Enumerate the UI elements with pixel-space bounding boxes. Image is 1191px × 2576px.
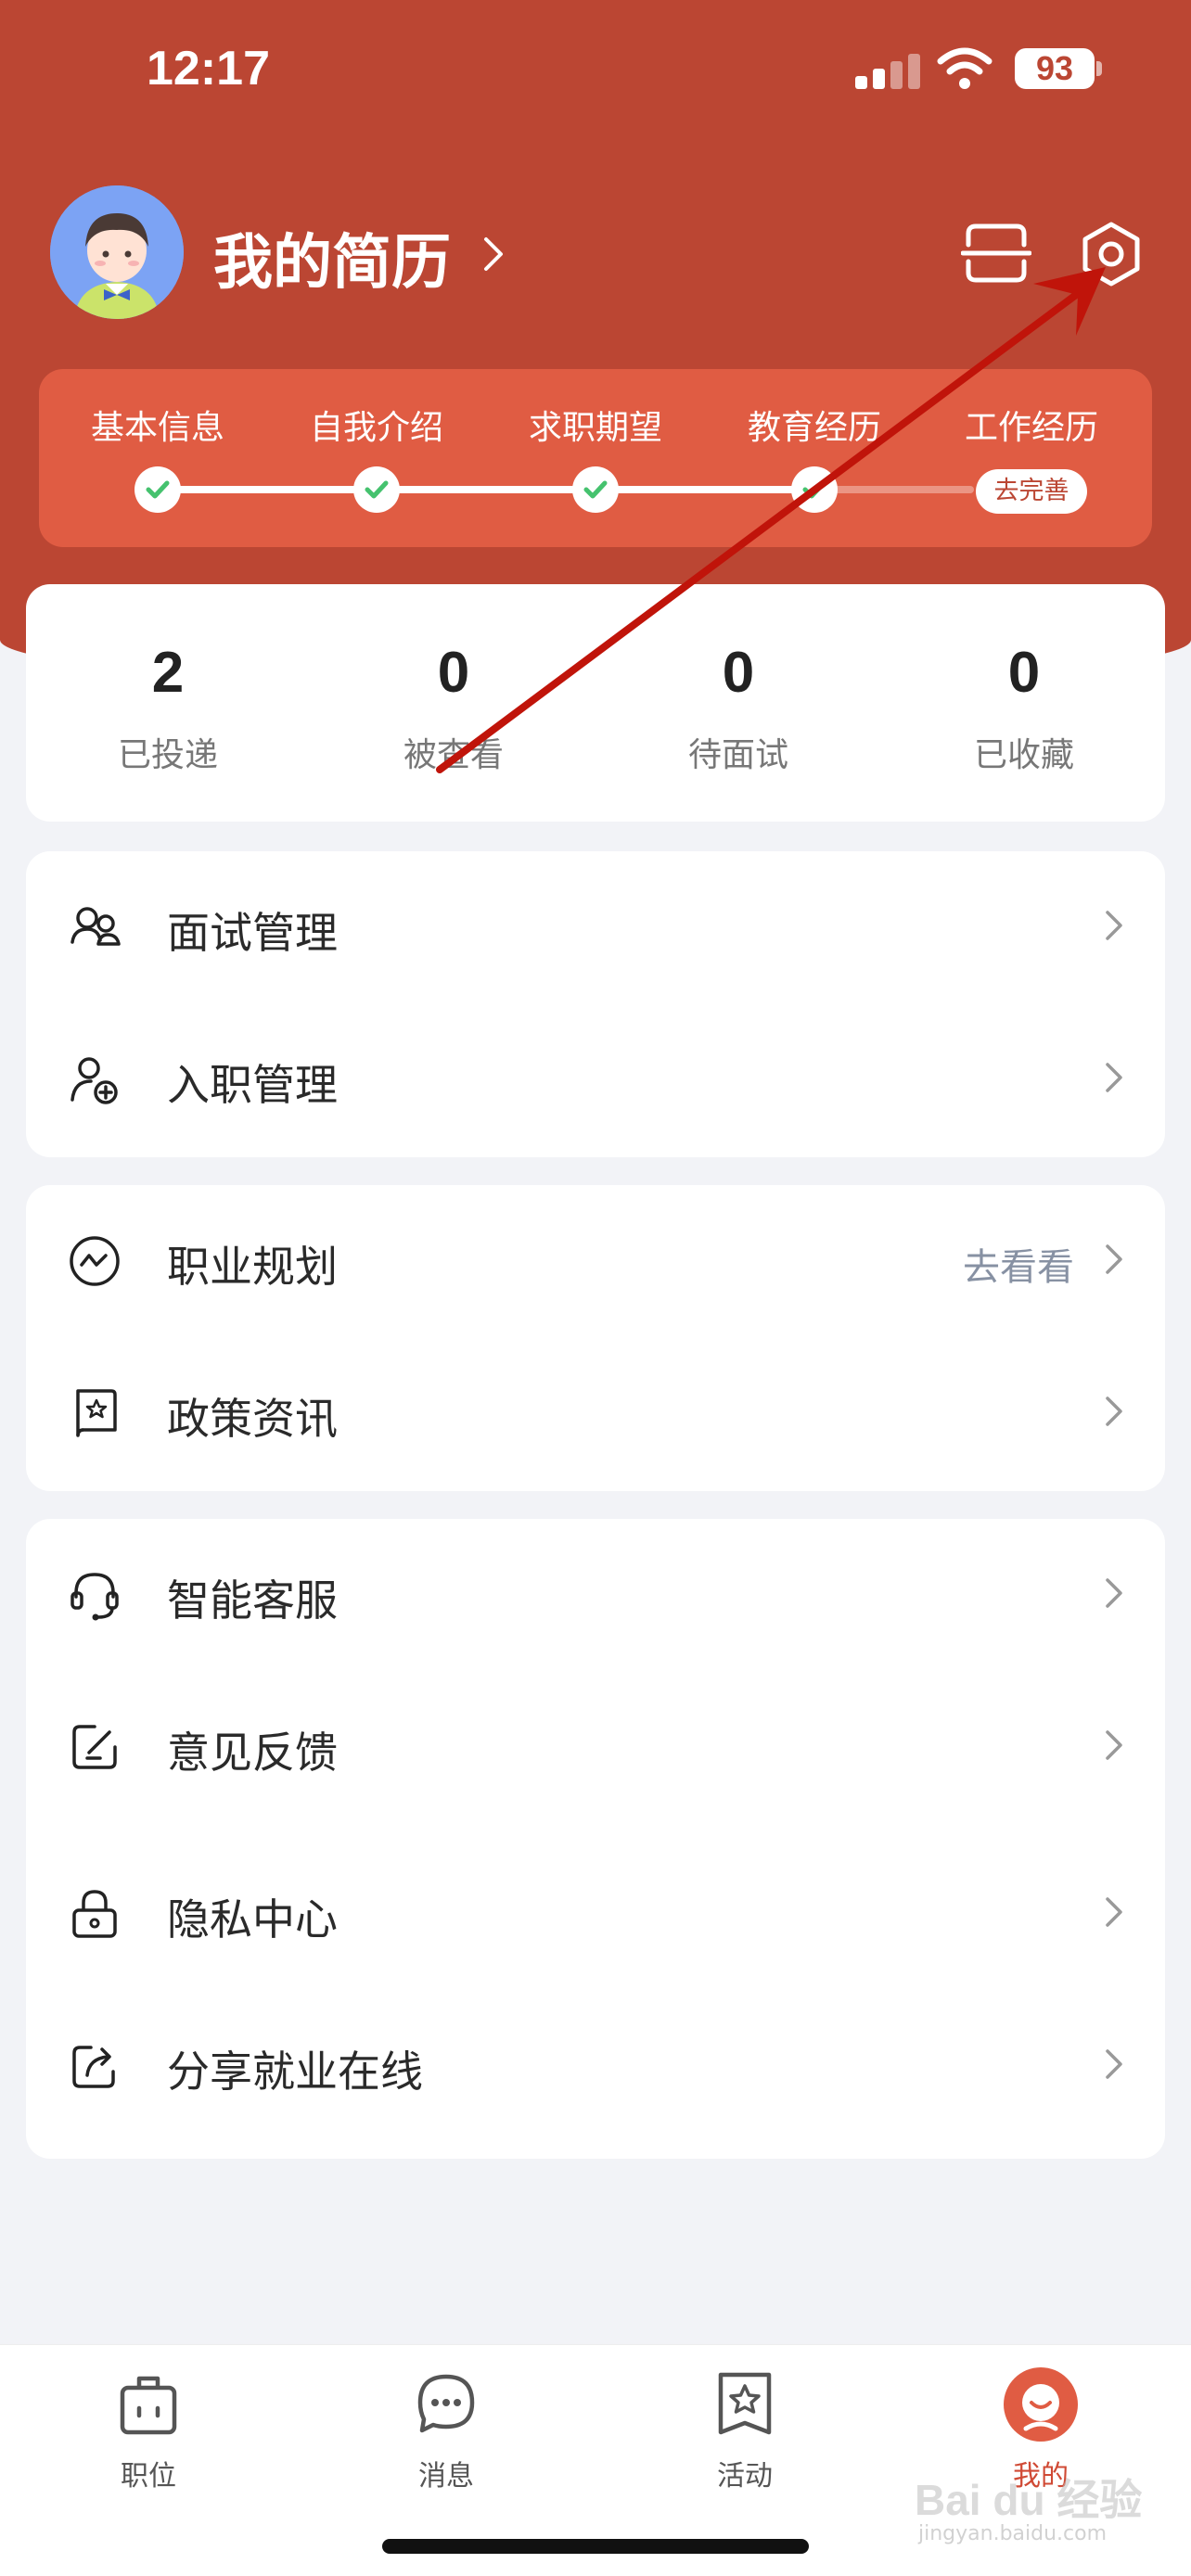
tab-label: 活动	[717, 2460, 773, 2493]
interview-icon	[70, 907, 121, 946]
menu-item-policy-news[interactable]: 政策资讯	[26, 1337, 1165, 1489]
step-job-expectation[interactable]: 求职期望	[503, 401, 688, 449]
stat-viewed[interactable]: 0 被查看	[361, 640, 546, 776]
headset-icon	[70, 1573, 119, 1621]
menu-item-interview-management[interactable]: 面试管理	[26, 851, 1165, 1003]
chevron-right-icon	[1106, 911, 1122, 940]
chevron-right-icon	[1106, 1063, 1122, 1092]
stat-applied[interactable]: 2 已投递	[75, 640, 261, 776]
avatar-illustration-icon	[50, 185, 184, 319]
stat-label: 被查看	[403, 736, 504, 774]
menu-item-share-app[interactable]: 分享就业在线	[26, 1990, 1165, 2142]
check-icon	[572, 466, 619, 513]
chevron-right-icon	[1106, 1244, 1122, 1274]
battery-indicator: 93	[1015, 48, 1095, 89]
stats-card: 2 已投递 0 被查看 0 待面试 0 已收藏	[26, 584, 1165, 822]
menu-item-label: 隐私中心	[167, 1894, 338, 1945]
chat-bubble-icon	[417, 2374, 475, 2433]
tab-label: 职位	[121, 2460, 176, 2493]
scan-icon[interactable]	[961, 221, 1031, 286]
menu-item-label: 意见反馈	[167, 1728, 338, 1778]
briefcase-icon	[120, 2376, 177, 2435]
tab-jobs[interactable]: 职位	[56, 2367, 241, 2493]
chevron-right-icon	[1106, 1396, 1122, 1426]
chevron-right-icon	[1106, 2049, 1122, 2079]
settings-gear-icon[interactable]	[1076, 219, 1146, 289]
wifi-icon	[937, 47, 992, 89]
signal-icon	[855, 52, 920, 89]
stat-label: 已收藏	[973, 736, 1074, 774]
stat-value: 0	[437, 641, 470, 705]
tab-messages[interactable]: 消息	[353, 2367, 539, 2493]
progress-track	[158, 486, 816, 493]
step-work-experience[interactable]: 工作经历	[939, 401, 1124, 449]
menu-item-label: 分享就业在线	[167, 2047, 423, 2097]
feedback-icon	[72, 1725, 117, 1769]
status-bar: 12:17 93	[0, 0, 1191, 139]
stat-favorited[interactable]: 0 已收藏	[931, 640, 1117, 776]
go-see-link[interactable]: 去看看	[963, 1237, 1074, 1291]
policy-news-icon	[76, 1389, 117, 1437]
career-plan-icon	[70, 1236, 120, 1286]
stat-value: 2	[151, 641, 185, 705]
stat-value: 0	[722, 641, 755, 705]
share-icon	[72, 2046, 115, 2088]
baidu-jingyan-watermark: Bai du 经验	[915, 2476, 1143, 2524]
menu-item-onboarding-management[interactable]: 入职管理	[26, 1003, 1165, 1155]
my-resume-title[interactable]: 我的简历	[213, 215, 451, 300]
avatar[interactable]	[50, 185, 184, 319]
menu-item-label: 职业规划	[167, 1242, 338, 1292]
check-icon	[353, 466, 400, 513]
progress-track-remaining	[816, 486, 974, 493]
menu-group-management: 面试管理 入职管理	[26, 851, 1165, 1157]
stat-label: 已投递	[117, 736, 218, 774]
tab-label: 消息	[418, 2460, 474, 2493]
battery-tip	[1096, 61, 1102, 76]
step-self-intro[interactable]: 自我介绍	[284, 401, 469, 449]
menu-item-label: 智能客服	[167, 1575, 338, 1626]
star-bookmark-icon	[718, 2372, 772, 2435]
check-icon	[134, 466, 181, 513]
lock-icon	[72, 1890, 117, 1938]
stat-label: 待面试	[687, 736, 788, 774]
menu-item-smart-customer-service[interactable]: 智能客服	[26, 1519, 1165, 1671]
stat-value: 0	[1007, 641, 1041, 705]
profile-icon	[1004, 2367, 1078, 2442]
step-basic-info[interactable]: 基本信息	[65, 401, 250, 449]
menu-item-career-planning[interactable]: 职业规划 去看看	[26, 1185, 1165, 1337]
stat-pending-interview[interactable]: 0 待面试	[646, 640, 831, 776]
menu-group-career: 职业规划 去看看 政策资讯	[26, 1185, 1165, 1491]
watermark-url: jingyan.baidu.com	[918, 2522, 1108, 2545]
chevron-right-icon	[1106, 1730, 1122, 1760]
menu-item-label: 入职管理	[167, 1060, 338, 1110]
menu-item-privacy-center[interactable]: 隐私中心	[26, 1838, 1165, 1990]
chevron-right-icon	[1106, 1897, 1122, 1927]
chevron-right-icon	[1106, 1578, 1122, 1608]
menu-group-service: 智能客服 意见反馈 隐私中心 分享就业在线	[26, 1519, 1165, 2159]
status-time: 12:17	[147, 42, 270, 96]
check-icon	[791, 466, 838, 513]
chevron-right-icon[interactable]	[475, 232, 512, 276]
go-complete-button[interactable]: 去完善	[976, 469, 1087, 514]
step-education[interactable]: 教育经历	[722, 401, 907, 449]
onboarding-icon	[70, 1057, 118, 1104]
menu-item-feedback[interactable]: 意见反馈	[26, 1671, 1165, 1823]
tab-activities[interactable]: 活动	[652, 2367, 838, 2493]
resume-progress-card	[39, 369, 1152, 547]
home-indicator	[382, 2539, 809, 2554]
menu-item-label: 政策资讯	[167, 1394, 338, 1444]
menu-item-label: 面试管理	[167, 908, 338, 958]
